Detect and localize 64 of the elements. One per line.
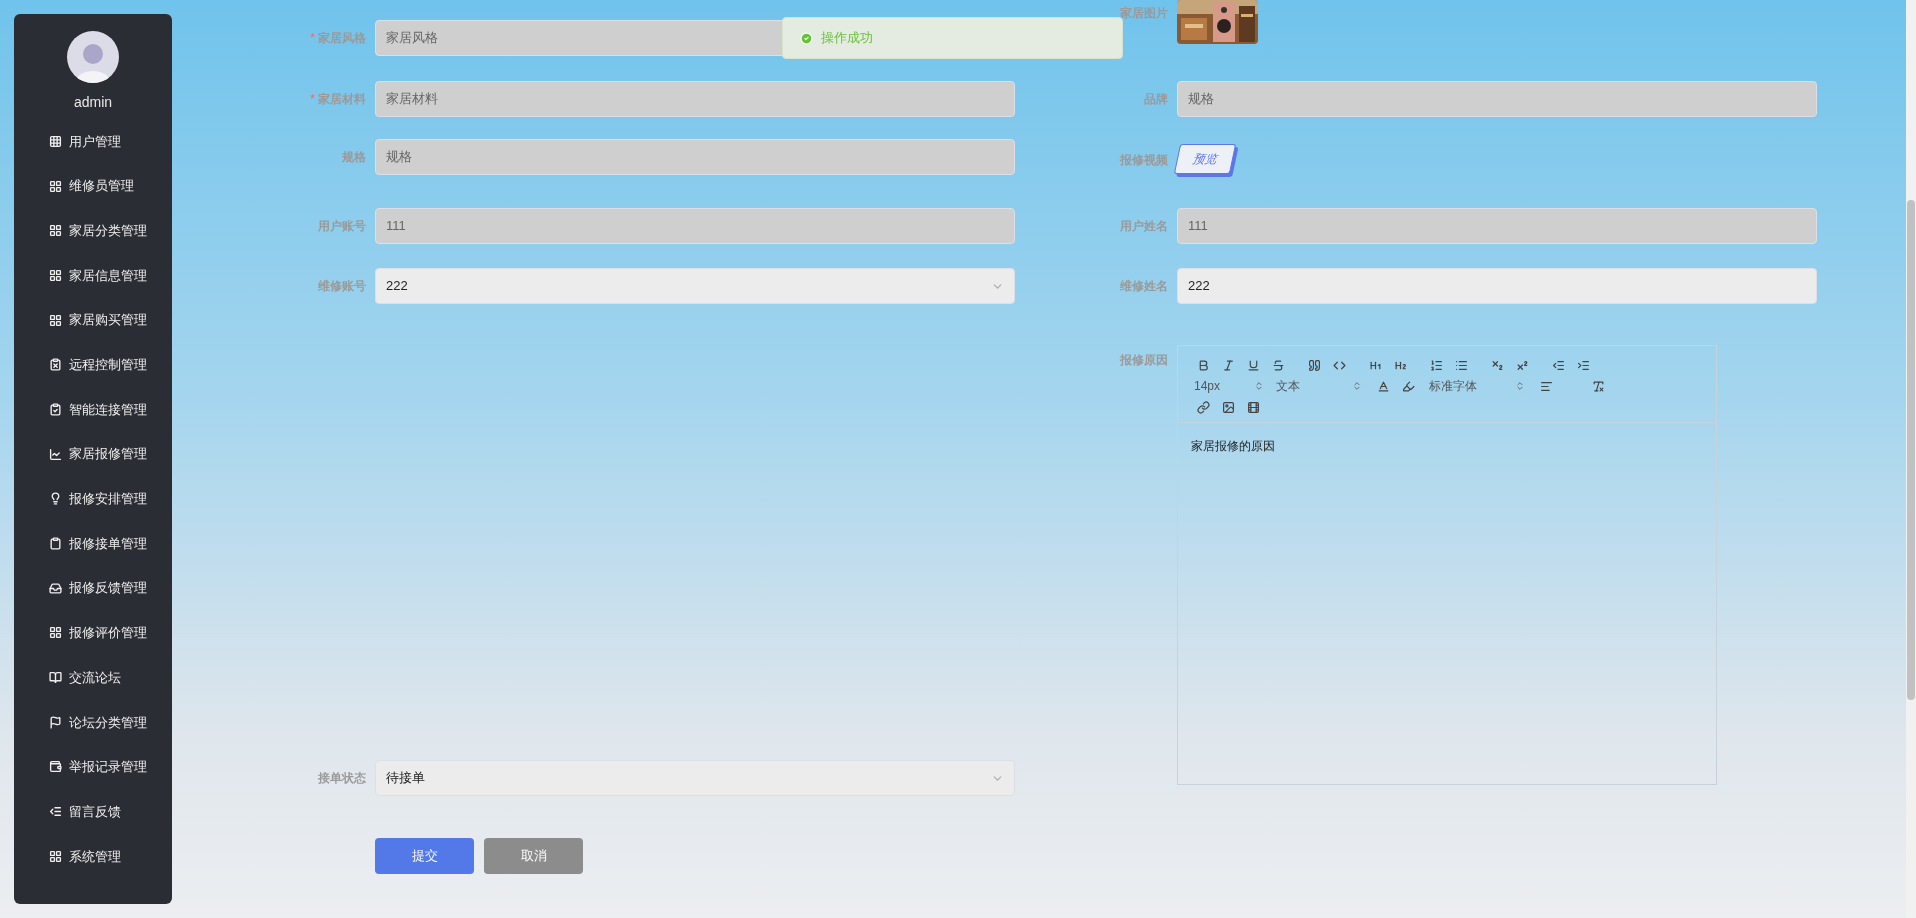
select-field[interactable]: 待接单: [375, 760, 1015, 796]
toast-message: 操作成功: [821, 29, 873, 48]
grid-icon: [49, 626, 62, 640]
sidebar-item[interactable]: 家居购买管理: [14, 297, 172, 343]
preview-button[interactable]: 预览: [1173, 144, 1237, 174]
field-label: 家居图片: [1120, 6, 1168, 20]
sidebar-item[interactable]: 报修安排管理: [14, 476, 172, 522]
field-label: 用户账号: [318, 218, 366, 235]
grid-icon: [49, 849, 62, 863]
success-icon: [800, 31, 813, 45]
field-label: 家居材料: [318, 91, 366, 108]
sidebar-item[interactable]: 用户管理: [14, 119, 172, 164]
submit-button[interactable]: 提交: [375, 838, 474, 874]
field-label: 用户姓名: [1120, 218, 1168, 235]
sidebar-item[interactable]: 交流论坛: [14, 655, 172, 700]
select-field[interactable]: 222: [375, 268, 1015, 304]
grid-icon: [49, 134, 62, 148]
required-mark: *: [309, 90, 315, 109]
field-label: 维修姓名: [1120, 278, 1168, 295]
flag-icon: [49, 715, 62, 729]
up-down-icon: [1352, 381, 1362, 391]
sidebar-item[interactable]: 论坛分类管理: [14, 699, 172, 745]
up-down-icon: [1254, 381, 1264, 391]
sidebar-item[interactable]: 家居信息管理: [14, 253, 172, 298]
field-label: 报修视频: [1120, 153, 1168, 167]
input-field[interactable]: 222: [1177, 268, 1817, 304]
field-label: 接单状态: [318, 770, 366, 787]
sidebar-item[interactable]: 系统管理: [14, 834, 172, 879]
clipboard-check-icon: [49, 402, 62, 416]
list-icon: [49, 805, 62, 819]
grid-icon: [49, 313, 62, 327]
field-label: 品牌: [1144, 91, 1168, 108]
sidebar-item[interactable]: 家居报修管理: [14, 431, 172, 477]
grid-icon: [49, 224, 62, 238]
up-down-icon: [1515, 381, 1525, 391]
field-label: 报修原因: [1120, 353, 1168, 367]
clipboard-icon: [49, 358, 62, 372]
inbox-icon: [49, 581, 62, 595]
chart-icon: [49, 447, 62, 461]
sidebar-item[interactable]: 远程控制管理: [14, 342, 172, 388]
required-mark: *: [309, 29, 315, 48]
field-label: 家居风格: [318, 30, 366, 47]
sidebar-item[interactable]: 报修反馈管理: [14, 565, 172, 611]
sidebar-item[interactable]: 家居分类管理: [14, 208, 172, 254]
sidebar-item[interactable]: 留言反馈: [14, 789, 172, 834]
grid-icon: [49, 268, 62, 282]
wallet-icon: [49, 760, 62, 774]
book-icon: [49, 671, 62, 685]
user-name: admin: [73, 93, 113, 112]
lightbulb-icon: [49, 492, 62, 506]
clipboard-icon: [49, 537, 62, 551]
sidebar-item[interactable]: 智能连接管理: [14, 387, 172, 432]
sidebar-item[interactable]: 维修员管理: [14, 163, 172, 209]
format-picker[interactable]: 标准字体: [1429, 377, 1525, 395]
field-label: 维修账号: [318, 278, 366, 295]
sidebar-item[interactable]: 报修评价管理: [14, 610, 172, 656]
format-picker[interactable]: 14px: [1194, 377, 1264, 395]
grid-icon: [49, 179, 62, 193]
editor-text: 家居报修的原因: [1191, 439, 1275, 453]
sidebar-item[interactable]: 报修接单管理: [14, 521, 172, 566]
sidebar-item[interactable]: 举报记录管理: [14, 744, 172, 790]
format-picker[interactable]: 文本: [1276, 377, 1362, 395]
field-label: 规格: [342, 149, 366, 166]
link-icon[interactable]: [1194, 398, 1212, 416]
